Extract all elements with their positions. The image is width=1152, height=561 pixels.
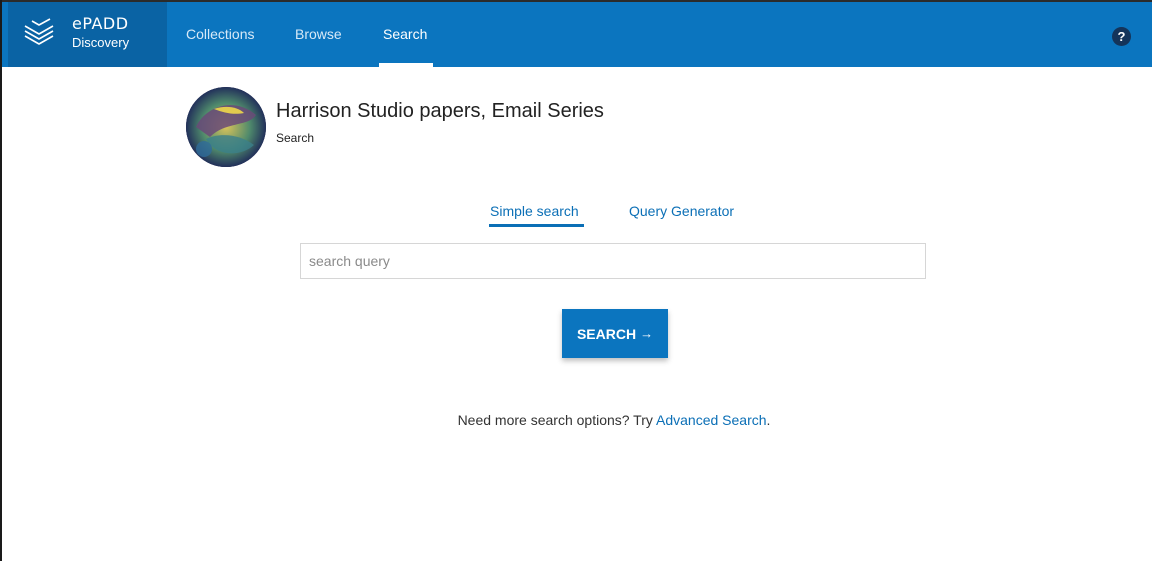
hint-suffix: . xyxy=(766,412,771,428)
stacked-layers-icon xyxy=(24,18,54,45)
nav-collections[interactable]: Collections xyxy=(186,26,254,42)
tab-query-generator[interactable]: Query Generator xyxy=(629,203,734,219)
top-nav-bar: ePADD Discovery Collections Browse Searc… xyxy=(2,0,1152,67)
nav-search[interactable]: Search xyxy=(383,26,427,42)
collection-image xyxy=(186,87,266,167)
arrow-right-icon: → xyxy=(640,326,654,341)
collection-avatar xyxy=(186,87,266,167)
nav-browse[interactable]: Browse xyxy=(295,26,342,42)
page-subtitle: Search xyxy=(276,131,315,145)
tab-simple-search[interactable]: Simple search xyxy=(490,203,579,219)
brand-subtitle: Discovery xyxy=(72,35,130,50)
advanced-search-link[interactable]: Advanced Search xyxy=(656,412,767,428)
question-circle-icon[interactable]: ? xyxy=(1112,27,1131,46)
search-button[interactable]: SEARCH → xyxy=(562,309,668,358)
hint-text: Need more search options? Try xyxy=(457,412,653,428)
app-frame: ePADD Discovery Collections Browse Searc… xyxy=(0,0,1152,561)
search-input[interactable] xyxy=(300,243,926,279)
nav-active-indicator xyxy=(379,63,433,67)
search-button-label: SEARCH xyxy=(576,325,637,342)
brand-name: ePADD xyxy=(72,14,129,33)
advanced-search-hint: Need more search options? Try Advanced S… xyxy=(2,412,1152,428)
tab-active-indicator xyxy=(489,224,584,227)
brand-logo[interactable]: ePADD Discovery xyxy=(8,2,167,67)
collection-title: Harrison Studio papers, Email Series xyxy=(276,100,604,122)
